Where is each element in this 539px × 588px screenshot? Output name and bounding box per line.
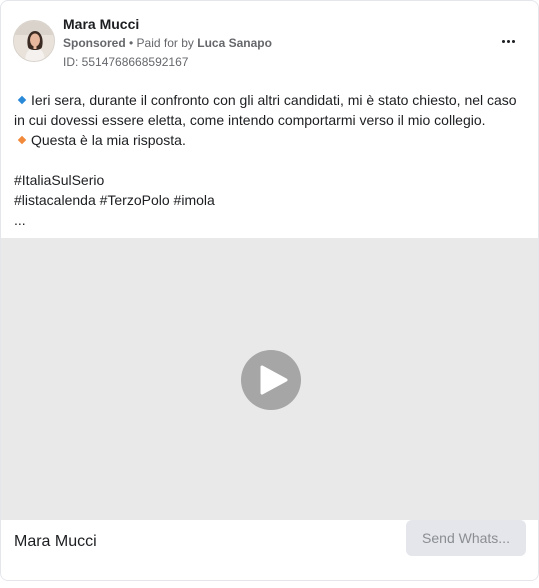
hashtag-line[interactable]: #ItaliaSulSerio bbox=[14, 170, 528, 190]
body-line: Questa è la mia risposta. bbox=[14, 130, 528, 150]
ad-card: Mara Mucci Sponsored • Paid for by Luca … bbox=[0, 0, 539, 581]
sponsored-meta: Sponsored • Paid for by Luca Sanapo bbox=[63, 35, 272, 51]
play-button[interactable] bbox=[241, 350, 301, 410]
body-spacer bbox=[14, 150, 528, 170]
more-options-button[interactable] bbox=[496, 31, 520, 51]
ad-footer: Mara Mucci Send Whats... bbox=[1, 520, 538, 580]
meta-separator: • bbox=[125, 36, 137, 50]
ad-id: ID: 5514768668592167 bbox=[63, 55, 189, 69]
orange-diamond-icon bbox=[17, 136, 27, 145]
sponsored-label: Sponsored bbox=[63, 36, 126, 50]
post-body: Ieri sera, durante il confronto con gli … bbox=[14, 90, 528, 230]
post-header: Mara Mucci Sponsored • Paid for by Luca … bbox=[1, 1, 538, 79]
body-line: Ieri sera, durante il confronto con gli … bbox=[14, 92, 517, 128]
paid-for-by-prefix: Paid for by bbox=[136, 36, 198, 50]
paid-for-by-name: Luca Sanapo bbox=[197, 36, 272, 50]
more-horizontal-icon bbox=[501, 39, 516, 43]
play-icon bbox=[260, 365, 288, 395]
author-name[interactable]: Mara Mucci bbox=[63, 15, 139, 33]
footer-page-name: Mara Mucci bbox=[14, 533, 97, 550]
blue-diamond-icon bbox=[17, 96, 27, 105]
hashtag-line[interactable]: #listacalenda #TerzoPolo #imola bbox=[14, 190, 528, 210]
video-player[interactable] bbox=[1, 238, 538, 520]
see-more-ellipsis[interactable]: ... bbox=[14, 210, 528, 230]
send-whatsapp-button[interactable]: Send Whats... bbox=[406, 520, 526, 556]
profile-avatar[interactable] bbox=[13, 20, 55, 62]
